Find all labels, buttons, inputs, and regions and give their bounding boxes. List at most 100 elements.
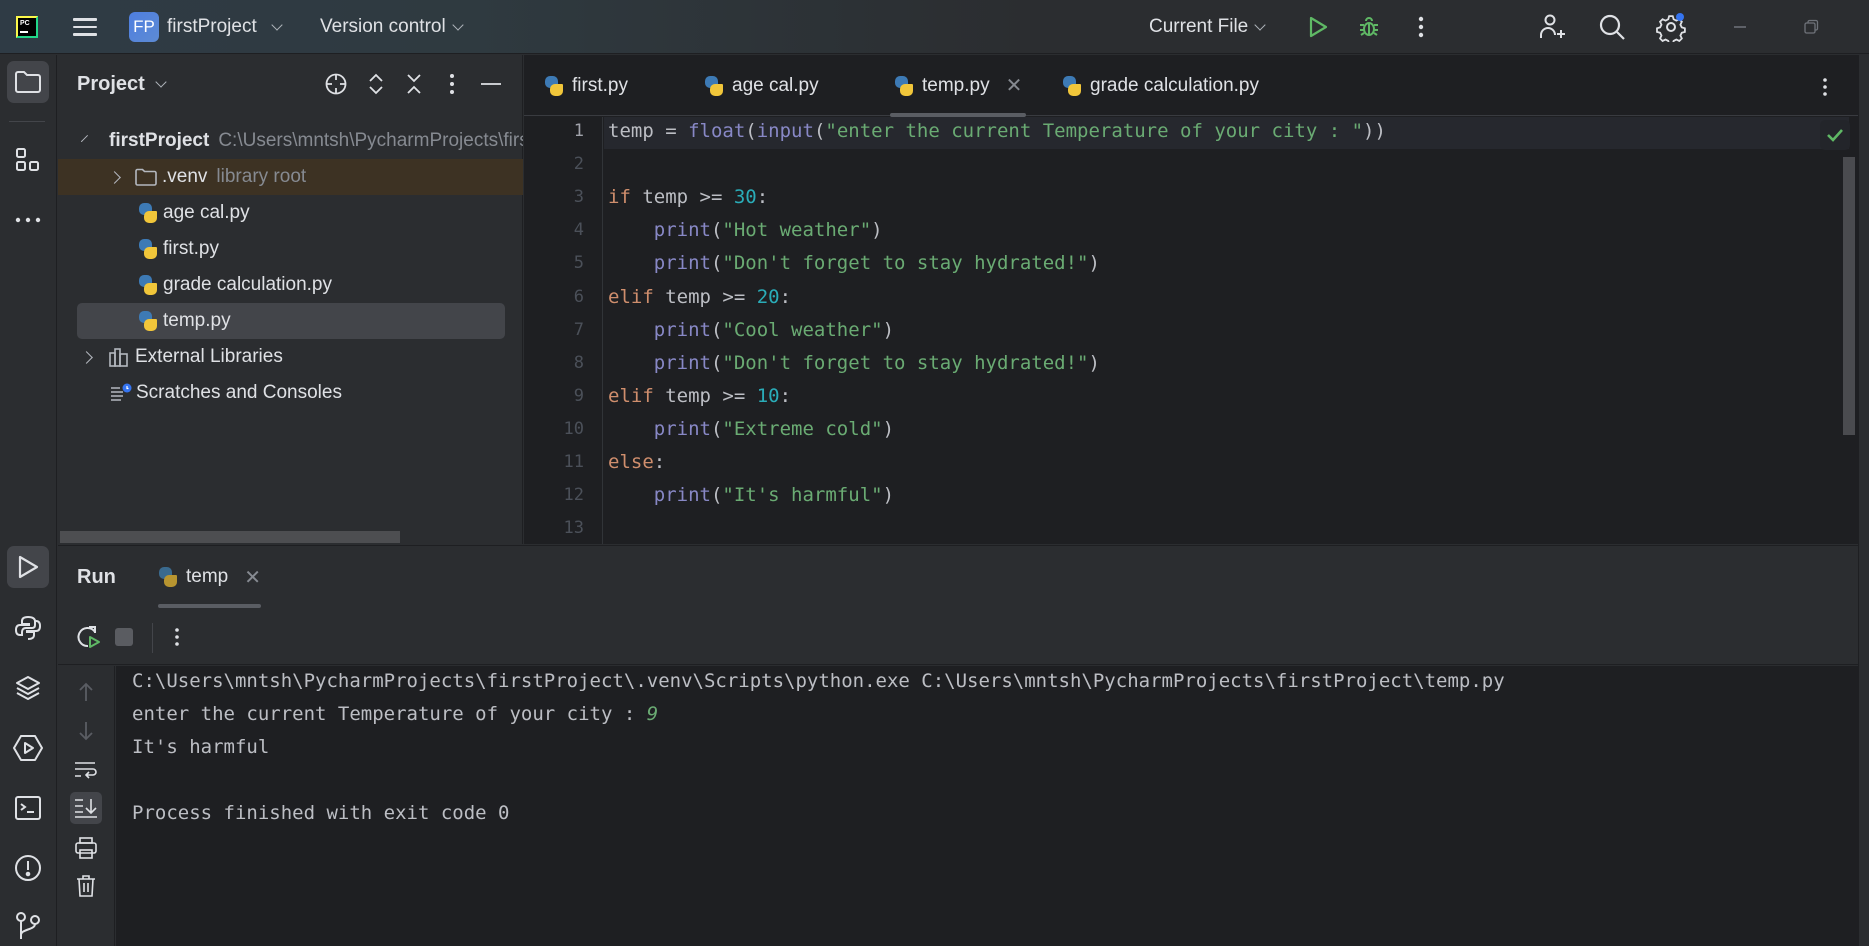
tree-item-venv[interactable]: .venv library root: [58, 159, 523, 195]
run-toolbar: [58, 609, 1858, 665]
code-token: print: [653, 417, 711, 440]
app-logo[interactable]: PC: [16, 0, 38, 54]
scroll-down-button[interactable]: [70, 715, 102, 747]
more-horizontal-icon: [15, 217, 41, 223]
more-actions-button[interactable]: [1406, 12, 1436, 42]
select-opened-file-button[interactable]: [323, 71, 349, 97]
code-token: temp >=: [653, 285, 757, 308]
expand-all-button[interactable]: [363, 71, 389, 97]
project-horizontal-scrollbar[interactable]: [60, 531, 400, 543]
scroll-up-button[interactable]: [70, 676, 102, 708]
hide-panel-button[interactable]: [478, 71, 504, 97]
run-tab-label: temp: [186, 566, 229, 587]
play-icon: [1309, 16, 1328, 38]
tree-item-age-cal[interactable]: age cal.py: [58, 195, 523, 231]
code-token: ): [882, 318, 895, 341]
close-icon[interactable]: ✕: [244, 565, 261, 590]
tree-item-grade-calculation[interactable]: grade calculation.py: [58, 267, 523, 303]
run-tab-temp[interactable]: temp ✕: [158, 546, 262, 608]
run-configuration-selector[interactable]: Current File: [1149, 0, 1266, 54]
python-console-tool-button[interactable]: [7, 607, 49, 649]
code-token: ): [1088, 252, 1100, 275]
search-button[interactable]: [1597, 12, 1627, 42]
python-packages-tool-button[interactable]: [7, 667, 49, 709]
run-tool-button[interactable]: [7, 546, 49, 588]
tab-age-cal-py[interactable]: age cal.py: [704, 55, 819, 116]
tree-item-label: temp.py: [163, 310, 231, 331]
tab-first-py[interactable]: first.py: [544, 55, 628, 116]
scroll-to-end-button[interactable]: [70, 792, 102, 824]
print-button[interactable]: [70, 832, 102, 864]
project-view-selector[interactable]: Project: [77, 73, 167, 96]
code-token: (: [745, 120, 757, 142]
minimize-button[interactable]: [1725, 12, 1755, 42]
project-options-button[interactable]: [439, 71, 465, 97]
project-selector[interactable]: FP firstProject: [129, 0, 283, 54]
tab-options-button[interactable]: [1822, 77, 1828, 103]
editor: first.py age cal.py temp.py ✕ grade calc…: [524, 55, 1858, 544]
code-with-me-button[interactable]: [1537, 12, 1567, 42]
code-line: elif temp >= 20:: [608, 286, 791, 308]
close-icon[interactable]: ✕: [1006, 73, 1023, 98]
stop-button[interactable]: [110, 623, 138, 651]
python-file-icon: [138, 275, 158, 295]
console-command-line: C:\Users\mntsh\PycharmProjects\firstProj…: [132, 670, 1505, 692]
settings-button[interactable]: [1656, 12, 1686, 42]
collapse-all-button[interactable]: [401, 71, 427, 97]
console-exit-message: Process finished with exit code 0: [132, 802, 510, 824]
python-file-icon: [138, 203, 158, 223]
tree-item-temp[interactable]: temp.py: [77, 303, 505, 339]
code-token: "Hot weather": [722, 219, 872, 242]
structure-tool-button[interactable]: [7, 139, 49, 181]
terminal-tool-button[interactable]: [7, 787, 49, 829]
code-token: :: [779, 384, 792, 407]
code-token: (: [710, 219, 723, 242]
folder-icon: [135, 168, 157, 186]
problems-tool-button[interactable]: [7, 847, 49, 889]
code-token: ): [871, 219, 883, 242]
version-control-selector[interactable]: Version control: [320, 0, 464, 54]
python-icon: [14, 615, 42, 640]
code-token: ): [882, 484, 895, 507]
line-number: 8: [573, 352, 584, 373]
services-tool-button[interactable]: [7, 727, 49, 769]
git-tool-button[interactable]: [7, 905, 49, 946]
arrow-up-icon: [79, 682, 93, 701]
stop-icon: [115, 628, 133, 646]
tab-grade-calculation-py[interactable]: grade calculation.py: [1062, 55, 1259, 116]
clear-all-button[interactable]: [70, 870, 102, 902]
console-output[interactable]: C:\Users\mntsh\PycharmProjects\firstProj…: [116, 666, 1858, 946]
tree-item-firstproject[interactable]: firstProject C:\Users\mntsh\PycharmProje…: [58, 123, 523, 159]
project-tool-button[interactable]: [7, 61, 49, 103]
tab-temp-py[interactable]: temp.py ✕: [889, 55, 1027, 117]
chevron-down-icon: [1254, 18, 1266, 31]
editor-vertical-scrollbar[interactable]: [1843, 157, 1855, 435]
tree-item-scratches[interactable]: Scratches and Consoles: [58, 375, 523, 411]
project-badge: FP: [129, 12, 159, 42]
soft-wrap-button[interactable]: [70, 754, 102, 786]
run-more-button[interactable]: [163, 623, 191, 651]
minimize-icon: [481, 83, 501, 85]
tree-item-first[interactable]: first.py: [58, 231, 523, 267]
code-token: "Extreme cold": [722, 417, 883, 440]
tree-item-label: grade calculation.py: [163, 274, 332, 295]
more-tools-button[interactable]: [7, 199, 49, 241]
rerun-button[interactable]: [74, 623, 102, 651]
inspection-status[interactable]: [1820, 120, 1850, 150]
tree-item-external-libraries[interactable]: External Libraries: [58, 339, 523, 375]
code-token: (: [813, 120, 826, 142]
chevron-right-icon: [80, 350, 93, 364]
code-token: :: [779, 285, 792, 308]
git-branch-icon: [16, 912, 40, 939]
run-button[interactable]: [1303, 12, 1333, 42]
debug-button[interactable]: [1354, 12, 1384, 42]
code-line: temp = float(input("enter the current Te…: [608, 120, 1386, 142]
line-number: 7: [573, 319, 584, 340]
line-number: 5: [573, 253, 584, 274]
more-vertical-icon: [175, 628, 179, 646]
main-menu-button[interactable]: [72, 0, 98, 54]
code-area[interactable]: temp = float(input("enter the current Te…: [604, 117, 1849, 544]
restore-button[interactable]: [1796, 12, 1826, 42]
